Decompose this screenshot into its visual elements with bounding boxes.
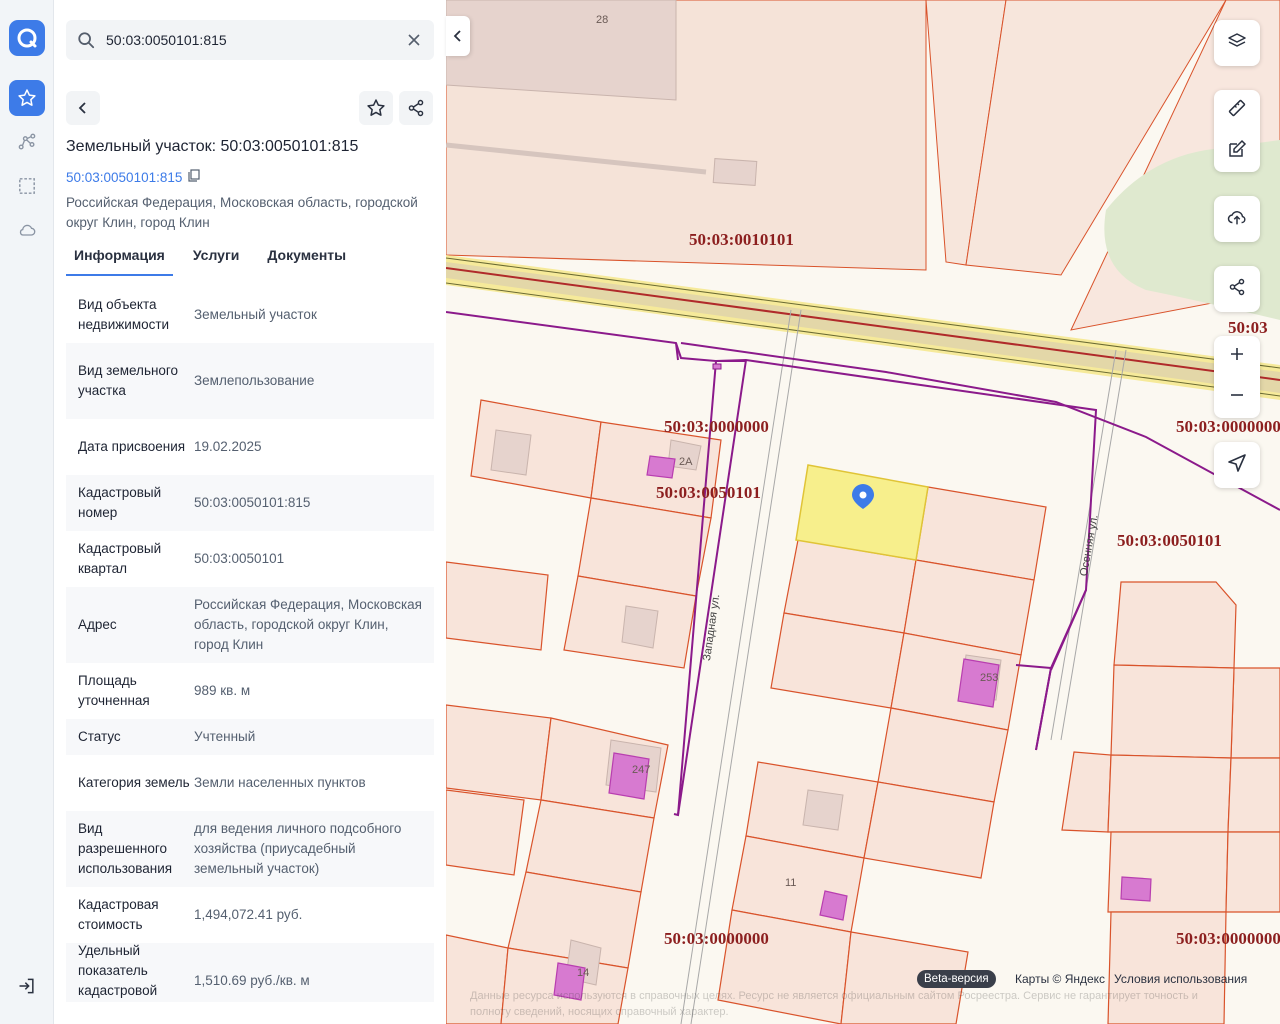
quarter-label: 50:03:0000000 <box>1176 417 1280 436</box>
row-value: Землепользование <box>194 373 315 388</box>
table-row: Категория земель Земли населенных пунктов <box>66 755 434 811</box>
select-area-icon[interactable] <box>9 168 45 204</box>
disclaimer-text: Данные ресурса используются в справочных… <box>470 990 1198 1018</box>
terms-of-use-link[interactable]: Условия использования <box>1114 970 1247 988</box>
row-key: Кадастровый квартал <box>78 541 162 576</box>
table-row: Вид разрешенного использования для ведени… <box>66 811 434 887</box>
layers-button[interactable] <box>1214 20 1260 66</box>
house-number: 28 <box>596 14 609 26</box>
row-key: Статус <box>78 729 121 744</box>
quarter-label: 50:03:0000000 <box>664 929 769 948</box>
upload-button[interactable] <box>1214 196 1260 242</box>
row-value: для ведения личного подсобного хозяйства… <box>194 821 402 876</box>
measure-tools-group <box>1214 90 1260 172</box>
row-value: 50:03:0050101:815 <box>194 495 311 510</box>
row-key: Дата присвоения <box>78 439 186 454</box>
logout-icon[interactable] <box>9 968 45 1004</box>
row-key: Вид земельного участка <box>78 363 179 398</box>
search-bar <box>66 20 434 60</box>
address-text: Российская Федерация, Московская область… <box>66 195 418 230</box>
navigation-arrow-icon <box>1227 453 1247 478</box>
info-panel: Земельный участок: 50:03:0050101:815 50:… <box>54 0 446 1024</box>
house-number: 253 <box>980 672 999 684</box>
quarter-label: 50:03:0050101 <box>656 483 761 502</box>
table-row: Удельный показатель кадастровой стоимост… <box>66 943 434 1002</box>
table-row: Вид объекта недвижимости Земельный участо… <box>66 287 434 343</box>
page-title: Земельный участок: 50:03:0050101:815 <box>66 138 359 155</box>
quarter-label: 50:03:0000000 <box>664 417 769 436</box>
row-value: 1,510.69 руб./кв. м <box>194 973 310 988</box>
table-row: Статус Учтенный <box>66 719 434 755</box>
table-row: Вид земельного участка Землепользование <box>66 343 434 419</box>
row-value: 1,494,072.41 руб. <box>194 907 303 922</box>
house-number: 247 <box>632 764 651 776</box>
table-row: Дата присвоения 19.02.2025 <box>66 419 434 475</box>
map-share-button[interactable] <box>1214 266 1260 312</box>
house-number: 11 <box>785 877 797 889</box>
clear-search-icon[interactable] <box>404 30 424 50</box>
cloud-upload-icon <box>1226 206 1248 233</box>
table-row: Адрес Российская Федерация, Московская об… <box>66 587 434 663</box>
edit-icon[interactable] <box>1227 139 1247 164</box>
share-icon <box>1228 278 1246 301</box>
zoom-in-icon[interactable] <box>1229 346 1245 367</box>
copy-icon[interactable] <box>188 169 200 185</box>
search-icon <box>66 31 106 49</box>
row-value: Земельный участок <box>194 307 317 322</box>
row-value: Земли населенных пунктов <box>194 775 366 790</box>
tab-information[interactable]: Информация <box>66 240 173 276</box>
quarter-label: 50:03:0000000 <box>1176 929 1280 948</box>
collapse-panel-button[interactable] <box>446 16 470 56</box>
row-value: Учтенный <box>194 729 256 744</box>
back-button[interactable] <box>66 91 100 125</box>
share-button[interactable] <box>399 91 433 125</box>
map-attribution[interactable]: Карты © Яндекс <box>1015 970 1105 988</box>
info-table: Вид объекта недвижимости Земельный участо… <box>66 287 434 1002</box>
beta-badge: Beta-версия <box>917 970 996 988</box>
left-rail <box>0 0 54 1024</box>
tab-services[interactable]: Услуги <box>185 240 248 276</box>
row-key: Категория земель <box>78 775 190 790</box>
cloud-icon[interactable] <box>9 212 45 248</box>
house-number: 2А <box>679 456 693 468</box>
house-number: 14 <box>577 967 590 979</box>
table-row: Кадастровый квартал 50:03:0050101 <box>66 531 434 587</box>
app-logo-icon[interactable] <box>9 20 45 56</box>
row-value: 50:03:0050101 <box>194 551 285 566</box>
tab-documents[interactable]: Документы <box>259 240 354 276</box>
table-row: Кадастровый номер 50:03:0050101:815 <box>66 475 434 531</box>
route-icon[interactable] <box>9 124 45 160</box>
ruler-icon[interactable] <box>1227 98 1247 123</box>
favorite-star-button[interactable] <box>359 91 393 125</box>
row-key: Вид разрешенного использования <box>78 821 173 876</box>
table-row: Площадь уточненная 989 кв. м <box>66 663 434 719</box>
cadastral-number-text[interactable]: 50:03:0050101:815 <box>66 170 182 185</box>
row-key: Кадастровый номер <box>78 485 162 520</box>
geolocate-button[interactable] <box>1214 442 1260 488</box>
zoom-controls <box>1214 336 1260 418</box>
row-value: Российская Федерация, Московская область… <box>194 597 422 652</box>
row-key: Удельный показатель кадастровой стоимост… <box>78 943 158 998</box>
search-input[interactable] <box>106 32 396 48</box>
tab-bar: Информация Услуги Документы <box>66 240 366 276</box>
quarter-label: 50:03:0050101 <box>1117 531 1222 550</box>
map-canvas[interactable] <box>446 0 1280 1024</box>
row-key: Кадастровая стоимость <box>78 897 159 932</box>
quarter-label: 50:03:0010101 <box>689 230 794 249</box>
cadastral-number-link[interactable]: 50:03:0050101:815 <box>66 169 200 185</box>
favorites-star-icon[interactable] <box>9 80 45 116</box>
row-key: Адрес <box>78 617 117 632</box>
table-row: Кадастровая стоимость 1,494,072.41 руб. <box>66 887 434 943</box>
zoom-out-icon[interactable] <box>1229 387 1245 408</box>
row-value: 19.02.2025 <box>194 439 262 454</box>
row-key: Площадь уточненная <box>78 673 150 708</box>
layers-icon <box>1227 31 1247 56</box>
quarter-label: 50:03 <box>1228 318 1268 337</box>
cadastral-map[interactable]: 50:03:0010101 50:03:0000000 50:03:005010… <box>446 0 1280 1024</box>
row-value: 989 кв. м <box>194 683 251 698</box>
row-key: Вид объекта недвижимости <box>78 297 170 332</box>
